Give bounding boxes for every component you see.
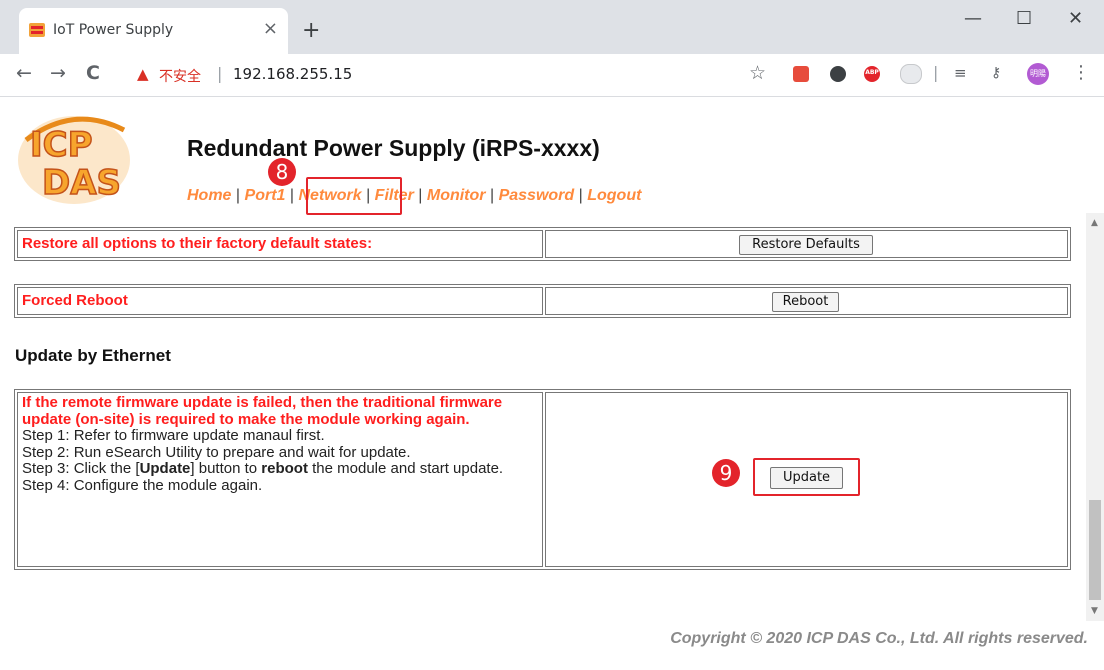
adblock-label: ABP [865,69,879,76]
update-step-4: Step 4: Configure the module again. [22,476,263,494]
page-scrollbar[interactable]: ▲ ▼ [1086,213,1104,621]
extension-icon[interactable] [830,66,846,82]
nav-port1-link[interactable]: Port1 [245,187,286,204]
content-area: Restore all options to their factory def… [0,213,1086,621]
reboot-label-cell: Forced Reboot [17,287,543,315]
svg-text:ICP: ICP [30,125,93,165]
extension-box-icon[interactable] [900,64,922,84]
bookmark-star-icon[interactable]: ☆ [749,62,766,84]
reboot-button[interactable]: Reboot [772,292,839,312]
pdf-extension-icon[interactable] [793,66,809,82]
update-row: If the remote firmware update is failed,… [14,389,1071,570]
restore-label: Restore all options to their factory def… [22,235,373,252]
scroll-up-icon[interactable]: ▲ [1091,218,1098,228]
address-separator: | [217,64,223,83]
network-highlight-box [306,177,402,215]
nav-monitor-link[interactable]: Monitor [427,187,486,204]
maximize-icon[interactable]: ☐ [1016,8,1032,29]
update-step-2: Step 2: Run eSearch Utility to prepare a… [22,443,411,461]
reading-list-icon[interactable]: ≡ [954,64,967,82]
browser-toolbar: ← → C ▲ 不安全 | 192.168.255.15 [0,54,1104,97]
back-icon[interactable]: ← [16,62,32,84]
insecure-label[interactable]: 不安全 [159,66,201,86]
update-desc-cell: If the remote firmware update is failed,… [17,392,543,567]
reboot-row: Forced Reboot Reboot [14,284,1071,318]
step3-text: the module and start update. [307,460,504,477]
nav-home-link[interactable]: Home [187,187,231,204]
update-highlight-box [753,458,860,496]
restore-label-cell: Restore all options to their factory def… [17,230,543,258]
page-title: Redundant Power Supply (iRPS-xxxx) [187,135,600,161]
menu-icon[interactable]: ⋮ [1072,62,1090,83]
step3-update-word: Update [139,460,191,477]
update-description: If the remote firmware update is failed,… [22,394,542,494]
nav-logout-link[interactable]: Logout [587,187,641,204]
nav-separator: | [578,187,583,204]
new-tab-icon[interactable]: + [302,20,320,42]
step-badge-9: 9 [712,459,740,487]
scroll-thumb[interactable] [1089,500,1101,600]
main-nav: Home | Port1 | Network | Filter | Monito… [187,187,641,205]
svg-text:DAS: DAS [42,163,121,203]
step3-text: ] button to [190,460,262,477]
restore-button-cell: Restore Defaults [545,230,1068,258]
warning-icon: ▲ [137,65,149,83]
step3-reboot-word: reboot [261,460,308,477]
nav-password-link[interactable]: Password [499,187,575,204]
adblock-icon[interactable]: ABP [864,66,880,82]
scroll-down-icon[interactable]: ▼ [1091,606,1098,616]
reload-icon[interactable]: C [86,62,100,84]
copyright-text: Copyright © 2020 ICP DAS Co., Ltd. All r… [670,630,1088,647]
url-text[interactable]: 192.168.255.15 [233,65,352,83]
update-step-3: Step 3: Click the [Update] button to reb… [22,460,542,478]
reboot-button-cell: Reboot [545,287,1068,315]
nav-separator: | [235,187,241,204]
site-favicon-icon [29,23,45,37]
icpdas-logo: ICP DAS [18,116,130,204]
tab-title: IoT Power Supply [53,22,174,38]
key-icon[interactable]: ⚷ [991,65,1001,81]
browser-tabbar: IoT Power Supply × + — ☐ ✕ [0,0,1104,54]
nav-separator: | [289,187,295,204]
step3-text: Step 3: Click the [ [22,460,140,477]
step-badge-8: 8 [268,158,296,186]
toolbar-divider: | [933,63,939,82]
forward-icon[interactable]: → [50,62,66,84]
update-section-title: Update by Ethernet [15,346,171,365]
window-close-icon[interactable]: ✕ [1068,8,1083,29]
profile-avatar[interactable]: 明陽 [1027,63,1049,85]
nav-separator: | [489,187,495,204]
minimize-icon[interactable]: — [964,8,982,29]
nav-separator: | [418,187,423,204]
address-bar[interactable]: ▲ 不安全 | 192.168.255.15 [127,59,765,89]
update-step-1: Step 1: Refer to firmware update manaul … [22,427,325,444]
restore-row: Restore all options to their factory def… [14,227,1071,261]
browser-tab[interactable]: IoT Power Supply × [19,8,288,54]
update-warning: If the remote firmware update is failed,… [22,394,503,428]
restore-defaults-button[interactable]: Restore Defaults [739,235,873,255]
tab-close-icon[interactable]: × [263,19,278,39]
reboot-label: Forced Reboot [22,292,128,309]
